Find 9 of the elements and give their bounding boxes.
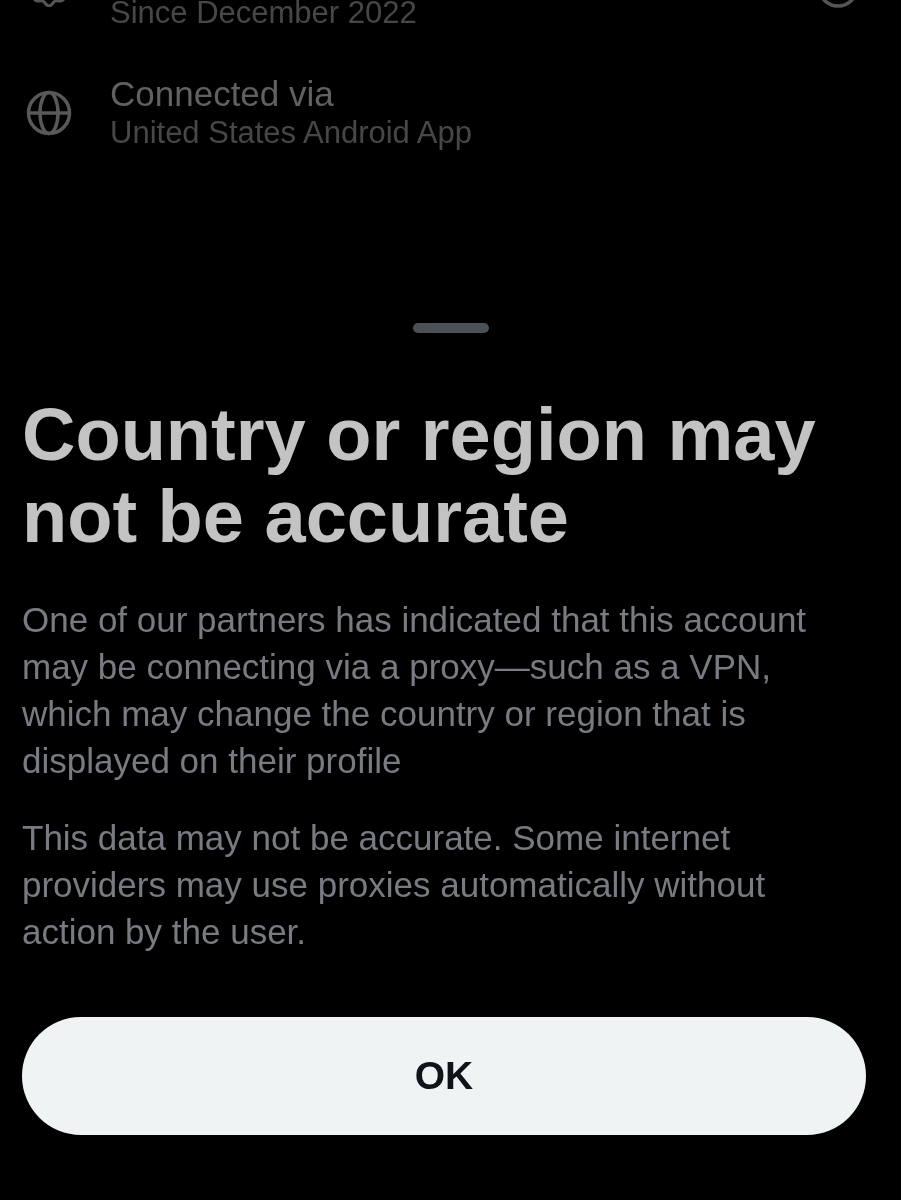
row-detail: United States Android App — [110, 114, 473, 152]
row-label: Connected via — [110, 74, 335, 114]
dialog-paragraph: This data may not be accurate. Some internet providers may use proxies automatically without action by the user. — [22, 817, 767, 953]
globe-icon — [26, 90, 72, 136]
row-detail: Since December 2022 — [110, 0, 418, 26]
dialog-title: Country or region may not be accurate — [22, 394, 817, 558]
drag-handle[interactable] — [412, 323, 489, 333]
dialog-paragraph: One of our partners has indicated that this account may be connecting via a proxy—such as a VPN, which may change the country or region that is displayed on their profile — [22, 599, 808, 782]
ok-button[interactable]: OK — [22, 1017, 866, 1135]
